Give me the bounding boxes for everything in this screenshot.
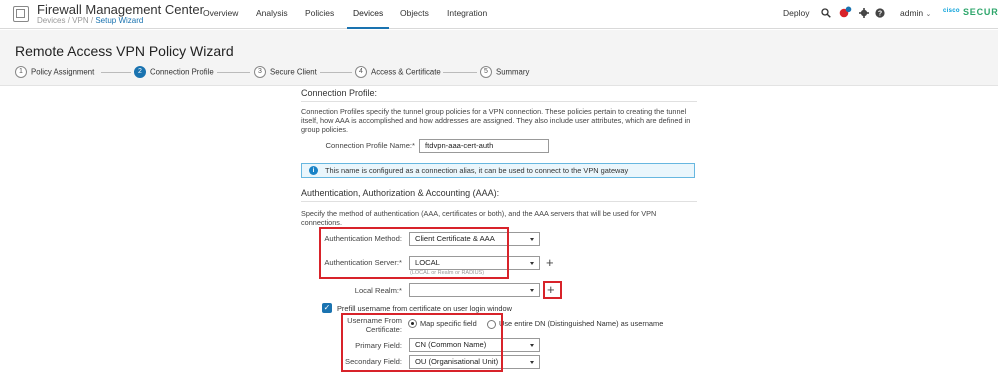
- step-number: 2: [134, 66, 146, 78]
- chevron-down-icon: ⌄: [925, 11, 932, 18]
- local-realm-label: Local Realm:*: [354, 286, 402, 295]
- step-label: Summary: [496, 67, 530, 77]
- deploy-button[interactable]: Deploy: [783, 0, 809, 26]
- wizard-step-secure-client[interactable]: 3 Secure Client: [254, 66, 317, 79]
- step-label: Policy Assignment: [31, 67, 95, 77]
- svg-text:?: ?: [878, 11, 882, 18]
- info-icon: i: [309, 166, 318, 175]
- step-connector: [101, 72, 131, 73]
- app-title: Firewall Management Center: [37, 2, 204, 17]
- highlight-auth-box: [319, 227, 509, 279]
- nav-objects[interactable]: Objects: [400, 0, 429, 29]
- breadcrumb: Devices / VPN / Setup Wizard: [37, 16, 143, 25]
- radio-use-entire-dn-label: Use entire DN (Distinguished Name) as us…: [499, 319, 664, 328]
- breadcrumb-devices[interactable]: Devices: [37, 16, 65, 25]
- chevron-down-icon: [530, 238, 534, 241]
- nav-overview[interactable]: Overview: [203, 0, 238, 29]
- page-title: Remote Access VPN Policy Wizard: [15, 43, 234, 59]
- wizard-step-connection-profile[interactable]: 2 Connection Profile: [134, 66, 214, 79]
- breadcrumb-separator: /: [67, 16, 70, 25]
- wizard-step-policy-assignment[interactable]: 1 Policy Assignment: [15, 66, 94, 79]
- chevron-down-icon: [530, 289, 534, 292]
- prefill-username-checkbox[interactable]: ✓: [322, 303, 332, 313]
- step-number: 1: [15, 66, 27, 78]
- step-number: 5: [480, 66, 492, 78]
- section-title-aaa: Authentication, Authorization & Accounti…: [301, 188, 500, 198]
- nav-policies[interactable]: Policies: [305, 0, 334, 29]
- breadcrumb-vpn[interactable]: VPN: [72, 16, 88, 25]
- step-label: Secure Client: [270, 67, 317, 77]
- user-menu[interactable]: admin ⌄: [900, 0, 931, 28]
- section-divider: [301, 201, 697, 202]
- wizard-step-summary[interactable]: 5 Summary: [480, 66, 529, 79]
- highlight-add-realm-box: [543, 281, 562, 299]
- step-number: 4: [355, 66, 367, 78]
- connection-profile-description: Connection Profiles specify the tunnel g…: [301, 107, 691, 134]
- local-realm-select[interactable]: [409, 283, 540, 297]
- aaa-description: Specify the method of authentication (AA…: [301, 209, 657, 227]
- chevron-down-icon: [530, 361, 534, 364]
- profile-name-label: Connection Profile Name:*: [325, 141, 415, 150]
- chevron-down-icon: [530, 344, 534, 347]
- help-icon[interactable]: ?: [875, 8, 885, 18]
- user-name: admin: [900, 8, 924, 18]
- step-number: 3: [254, 66, 266, 78]
- nav-integration[interactable]: Integration: [447, 0, 487, 29]
- step-label: Connection Profile: [150, 67, 214, 77]
- profile-name-input[interactable]: ftdvpn-aaa-cert-auth: [419, 139, 549, 153]
- step-connector: [443, 72, 477, 73]
- step-label: Access & Certificate: [371, 67, 441, 77]
- search-icon[interactable]: [821, 8, 831, 18]
- nav-devices[interactable]: Devices: [347, 0, 390, 29]
- step-connector: [217, 72, 250, 73]
- fmc-logo-icon: [13, 6, 29, 22]
- section-title-connection-profile: Connection Profile:: [301, 88, 378, 98]
- secure-brand: SECURE: [963, 7, 998, 17]
- settings-gear-icon[interactable]: [859, 8, 869, 18]
- highlight-username-box: [341, 313, 503, 372]
- breadcrumb-setup-wizard[interactable]: Setup Wizard: [95, 16, 143, 25]
- prefill-username-label: Prefill username from certificate on use…: [337, 304, 512, 313]
- chevron-down-icon: [530, 262, 534, 265]
- notifications-icon[interactable]: [839, 6, 852, 19]
- breadcrumb-separator: /: [90, 16, 94, 25]
- wizard-step-access-certificate[interactable]: 4 Access & Certificate: [355, 66, 441, 79]
- info-banner-text: This name is configured as a connection …: [325, 166, 629, 175]
- nav-analysis[interactable]: Analysis: [256, 0, 288, 29]
- step-connector: [320, 72, 352, 73]
- add-auth-server-icon[interactable]: +: [546, 256, 554, 269]
- section-divider: [301, 101, 697, 102]
- cisco-logo: cisco: [943, 8, 960, 14]
